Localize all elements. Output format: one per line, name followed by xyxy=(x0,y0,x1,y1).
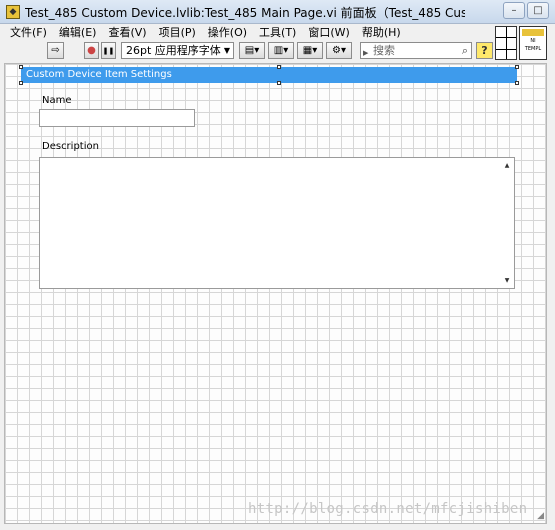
menu-window[interactable]: 窗口(W) xyxy=(302,24,355,42)
font-label: 26pt 应用程序字体 xyxy=(126,44,221,57)
toolbar: ⇨ ● ❚❚ 26pt 应用程序字体 ▼ ▤▾ ▥▾ ▦▾ ⚙▾ ▶ 搜索 ⌕ … xyxy=(0,41,493,61)
vi-icon-label: TEMPL xyxy=(524,46,542,52)
menu-edit[interactable]: 编辑(E) xyxy=(53,24,103,42)
scroll-down-icon[interactable]: ▼ xyxy=(502,277,512,284)
resize-handle[interactable] xyxy=(515,65,519,69)
menu-help[interactable]: 帮助(H) xyxy=(356,24,407,42)
name-label: Name xyxy=(42,95,72,106)
maximize-button[interactable]: □ xyxy=(527,2,549,19)
menu-tools[interactable]: 工具(T) xyxy=(253,24,302,42)
align-objects-icon[interactable]: ▤▾ xyxy=(239,42,265,59)
labview-vi-icon: ◆ xyxy=(6,5,20,19)
menu-operate[interactable]: 操作(O) xyxy=(202,24,253,42)
window-controls: – □ xyxy=(503,2,549,19)
name-field[interactable] xyxy=(39,109,195,127)
vi-icon[interactable]: NI TEMPL xyxy=(519,26,547,60)
vi-icon-pane[interactable]: NI TEMPL xyxy=(495,26,547,60)
menu-view[interactable]: 查看(V) xyxy=(102,24,152,42)
resize-handle[interactable] xyxy=(277,81,281,85)
chevron-down-icon: ▼ xyxy=(223,46,230,55)
resize-handle[interactable] xyxy=(19,65,23,69)
resize-grip-icon[interactable]: ◢ xyxy=(537,511,544,521)
search-marker-icon: ▶ xyxy=(363,49,369,57)
minimize-button[interactable]: – xyxy=(503,2,525,19)
context-help-button[interactable]: ? xyxy=(476,42,493,59)
resize-handle[interactable] xyxy=(277,65,281,69)
menu-project[interactable]: 项目(P) xyxy=(153,24,202,42)
window-title: Test_485 Custom Device.lvlib:Test_485 Ma… xyxy=(25,6,465,20)
menu-bar: 文件(F) 编辑(E) 查看(V) 项目(P) 操作(O) 工具(T) 窗口(W… xyxy=(4,24,407,42)
abort-icon[interactable]: ● xyxy=(84,42,99,59)
search-input[interactable]: ▶ 搜索 ⌕ xyxy=(360,42,472,59)
reorder-icon[interactable]: ⚙▾ xyxy=(326,42,352,59)
pause-icon[interactable]: ❚❚ xyxy=(101,42,116,59)
scroll-up-icon[interactable]: ▲ xyxy=(502,162,512,169)
description-label: Description xyxy=(42,141,99,152)
connector-pane-icon[interactable] xyxy=(495,26,517,60)
distribute-objects-icon[interactable]: ▥▾ xyxy=(268,42,294,59)
search-icon[interactable]: ⌕ xyxy=(462,43,468,58)
section-header[interactable]: Custom Device Item Settings xyxy=(21,67,517,83)
resize-objects-icon[interactable]: ▦▾ xyxy=(297,42,323,59)
front-panel[interactable]: Custom Device Item Settings Name Descrip… xyxy=(4,63,547,524)
vi-icon-brand: NI xyxy=(530,38,536,44)
menu-file[interactable]: 文件(F) xyxy=(4,24,53,42)
scrollbar[interactable]: ▲ ▼ xyxy=(502,160,512,286)
resize-handle[interactable] xyxy=(515,81,519,85)
title-bar: ◆ Test_485 Custom Device.lvlib:Test_485 … xyxy=(0,0,555,24)
description-field[interactable]: ▲ ▼ xyxy=(39,157,515,289)
run-arrow-icon[interactable]: ⇨ xyxy=(47,42,64,59)
search-placeholder: 搜索 xyxy=(373,44,395,57)
resize-handle[interactable] xyxy=(19,81,23,85)
text-settings-dropdown[interactable]: 26pt 应用程序字体 ▼ xyxy=(121,42,234,59)
watermark: http://blog.csdn.net/mfcjishiben xyxy=(248,501,528,517)
